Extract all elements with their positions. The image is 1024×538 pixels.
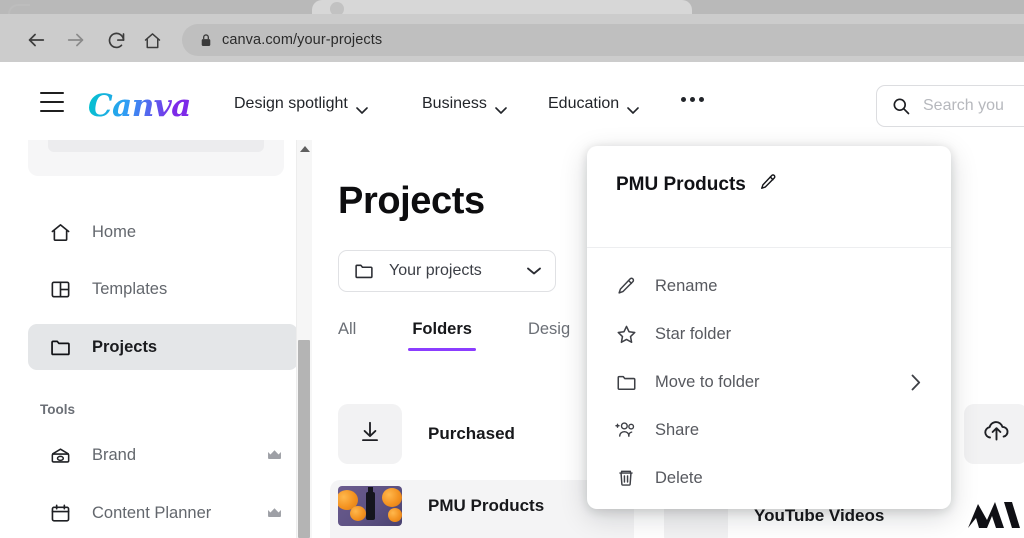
canva-logo[interactable]: Canva	[88, 88, 191, 124]
menu-item-label: Share	[655, 420, 700, 439]
context-menu-title: PMU Products	[616, 172, 778, 198]
lock-icon	[200, 33, 212, 47]
projects-tabs: All Folders Desig	[338, 320, 626, 351]
menu-item-label: Star folder	[655, 324, 732, 343]
home-icon	[48, 220, 72, 244]
trash-icon	[614, 466, 638, 490]
pencil-icon[interactable]	[758, 172, 778, 198]
chevron-down-icon	[627, 101, 639, 114]
nav-education[interactable]: Education	[548, 95, 639, 114]
context-menu-item-delete[interactable]: Delete	[587, 454, 951, 502]
your-projects-dropdown[interactable]: Your projects	[338, 250, 556, 292]
dropdown-label: Your projects	[389, 262, 482, 279]
context-menu-header: PMU Products	[587, 146, 951, 248]
folder-thumbnail	[338, 486, 402, 526]
brand-mark-logo	[968, 498, 1024, 532]
context-menu-item-move-to-folder[interactable]: Move to folder	[587, 358, 951, 406]
context-menu-item-share[interactable]: Share	[587, 406, 951, 454]
address-bar[interactable]: canva.com/your-projects	[182, 24, 1024, 56]
nav-label: Design spotlight	[234, 95, 348, 112]
folder-label: Purchased	[428, 424, 515, 443]
sidebar-item-home[interactable]: Home	[28, 209, 298, 255]
folder-label: PMU Products	[428, 496, 545, 515]
back-icon[interactable]	[22, 26, 50, 54]
crown-icon	[267, 507, 282, 519]
folder-icon	[353, 260, 375, 282]
sidebar-scrollbar-thumb[interactable]	[298, 340, 310, 538]
folder-tile	[338, 404, 402, 464]
folder-label: YouTube Videos	[754, 506, 885, 525]
upload-tile[interactable]	[964, 404, 1024, 464]
home-icon[interactable]	[138, 26, 166, 54]
search-placeholder: Search you	[923, 97, 1004, 114]
context-menu-item-rename[interactable]: Rename	[587, 262, 951, 310]
calendar-icon	[48, 501, 72, 525]
cloud-upload-icon	[981, 418, 1011, 451]
sidebar-item-label: Home	[92, 222, 137, 241]
share-people-icon	[614, 418, 638, 442]
hamburger-menu-icon[interactable]	[40, 92, 64, 112]
learn-more-button[interactable]: Learn more	[48, 140, 264, 152]
forward-icon[interactable]	[62, 26, 90, 54]
sidebar-item-brand[interactable]: Brand	[28, 432, 298, 478]
nav-label: Education	[548, 95, 620, 112]
scroll-up-arrow-icon[interactable]	[300, 146, 310, 152]
download-icon	[357, 419, 383, 450]
templates-icon	[48, 277, 72, 301]
folder-context-menu: PMU Products Rename Star folder Move to …	[587, 146, 951, 509]
tab-designs[interactable]: Desig	[528, 320, 570, 351]
sidebar-item-label: Content Planner	[92, 503, 212, 522]
folder-item-purchased[interactable]: Purchased	[338, 404, 515, 464]
star-icon	[614, 322, 638, 346]
sidebar-item-label: Templates	[92, 279, 168, 298]
search-input[interactable]: Search you	[876, 85, 1024, 127]
folder-icon	[48, 335, 72, 359]
nav-design-spotlight[interactable]: Design spotlight	[234, 95, 368, 114]
url-text: canva.com/your-projects	[222, 32, 383, 48]
sidebar-section-tools: Tools	[40, 402, 75, 417]
sidebar-item-content-planner[interactable]: Content Planner	[28, 490, 298, 536]
chevron-down-icon	[495, 101, 507, 114]
brand-icon	[48, 443, 72, 467]
nav-label: Business	[422, 95, 487, 112]
sidebar-item-projects[interactable]: Projects	[28, 324, 298, 370]
app-screen: canva.com/your-projects Canva Design spo…	[0, 0, 1024, 538]
context-menu-item-star-folder[interactable]: Star folder	[587, 310, 951, 358]
pencil-icon	[614, 274, 638, 298]
sidebar: Learn more Home Templates	[0, 140, 310, 538]
more-options-icon[interactable]	[681, 97, 704, 102]
crown-icon	[267, 449, 282, 461]
search-icon	[891, 96, 911, 116]
sidebar-item-label: Brand	[92, 445, 137, 464]
tab-all[interactable]: All	[338, 320, 356, 351]
chevron-right-icon	[911, 374, 921, 391]
sidebar-item-label: Projects	[92, 337, 158, 356]
reload-icon[interactable]	[102, 26, 130, 54]
folder-name-text: PMU Products	[616, 174, 746, 195]
chevron-down-icon	[356, 101, 368, 114]
folder-icon	[614, 370, 638, 394]
folder-item-pmu-products[interactable]: PMU Products	[338, 486, 544, 526]
tab-folders[interactable]: Folders	[408, 320, 476, 351]
chevron-down-icon	[527, 267, 541, 275]
sidebar-item-templates[interactable]: Templates	[28, 266, 298, 312]
menu-item-label: Move to folder	[655, 372, 760, 391]
page-title: Projects	[338, 180, 485, 222]
nav-business[interactable]: Business	[422, 95, 507, 114]
menu-item-label: Rename	[655, 276, 718, 295]
menu-item-label: Delete	[655, 468, 703, 487]
